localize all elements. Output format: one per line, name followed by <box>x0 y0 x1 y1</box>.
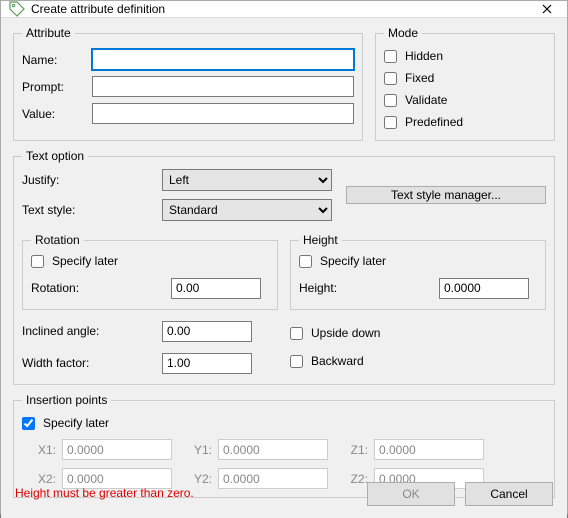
hidden-checkbox[interactable] <box>384 50 397 63</box>
rotation-group: Rotation Specify later Rotation: <box>22 233 278 310</box>
validate-checkbox[interactable] <box>384 94 397 107</box>
z1-label: Z1: <box>334 443 368 457</box>
y2-input <box>218 468 328 489</box>
mode-group: Mode Hidden Fixed Validate Predefined <box>375 26 555 141</box>
cancel-button[interactable]: Cancel <box>465 482 553 506</box>
height-specify-label: Specify later <box>320 254 386 268</box>
inclined-input[interactable] <box>162 321 252 342</box>
button-bar: OK Cancel <box>367 482 553 506</box>
insertion-specify-label: Specify later <box>43 416 109 430</box>
name-label: Name: <box>22 53 92 67</box>
tag-icon <box>9 1 25 17</box>
dialog-body: Attribute Name: Prompt: Value: Mode Hidd… <box>1 18 567 518</box>
text-style-manager-button[interactable]: Text style manager... <box>346 186 546 204</box>
rotation-legend: Rotation <box>31 233 84 247</box>
text-style-select[interactable]: Standard <box>162 199 332 221</box>
insertion-specify-checkbox[interactable] <box>22 417 35 430</box>
fixed-checkbox[interactable] <box>384 72 397 85</box>
y1-input <box>218 439 328 460</box>
z1-input <box>374 439 484 460</box>
height-legend: Height <box>299 233 342 247</box>
backward-label: Backward <box>311 354 364 368</box>
width-factor-label: Width factor: <box>22 356 162 370</box>
rotation-specify-label: Specify later <box>52 254 118 268</box>
fixed-label: Fixed <box>405 71 434 85</box>
dialog-window: Create attribute definition Attribute Na… <box>0 0 568 514</box>
predefined-label: Predefined <box>405 115 463 129</box>
prompt-input[interactable] <box>92 76 354 97</box>
value-label: Value: <box>22 107 92 121</box>
titlebar: Create attribute definition <box>1 1 567 18</box>
height-specify-checkbox[interactable] <box>299 255 312 268</box>
z2-label: Z2: <box>334 472 368 486</box>
text-style-label: Text style: <box>22 203 162 217</box>
value-input[interactable] <box>92 103 354 124</box>
inclined-label: Inclined angle: <box>22 324 162 338</box>
close-icon <box>542 4 552 14</box>
upside-down-checkbox[interactable] <box>290 327 303 340</box>
text-option-legend: Text option <box>22 149 88 163</box>
justify-label: Justify: <box>22 173 162 187</box>
y2-label: Y2: <box>178 472 212 486</box>
window-title: Create attribute definition <box>31 2 527 16</box>
ok-button: OK <box>367 482 455 506</box>
x1-input <box>62 439 172 460</box>
text-option-group: Text option Justify: Left Text style man… <box>13 149 555 385</box>
height-input[interactable] <box>439 278 529 299</box>
predefined-checkbox[interactable] <box>384 116 397 129</box>
hidden-label: Hidden <box>405 49 443 63</box>
rotation-specify-checkbox[interactable] <box>31 255 44 268</box>
attribute-group: Attribute Name: Prompt: Value: <box>13 26 363 141</box>
width-factor-input[interactable] <box>162 353 252 374</box>
prompt-label: Prompt: <box>22 80 92 94</box>
insertion-legend: Insertion points <box>22 393 111 407</box>
error-message: Height must be greater than zero. <box>15 486 194 500</box>
y1-label: Y1: <box>178 443 212 457</box>
justify-select[interactable]: Left <box>162 169 332 191</box>
x1-label: X1: <box>22 443 56 457</box>
mode-legend: Mode <box>384 26 422 40</box>
rotation-input[interactable] <box>171 278 261 299</box>
height-label: Height: <box>299 281 439 295</box>
x2-label: X2: <box>22 472 56 486</box>
attribute-legend: Attribute <box>22 26 75 40</box>
name-input[interactable] <box>92 49 354 70</box>
height-group: Height Specify later Height: <box>290 233 546 310</box>
upside-down-label: Upside down <box>311 326 380 340</box>
rotation-label: Rotation: <box>31 281 171 295</box>
validate-label: Validate <box>405 93 447 107</box>
backward-checkbox[interactable] <box>290 355 303 368</box>
